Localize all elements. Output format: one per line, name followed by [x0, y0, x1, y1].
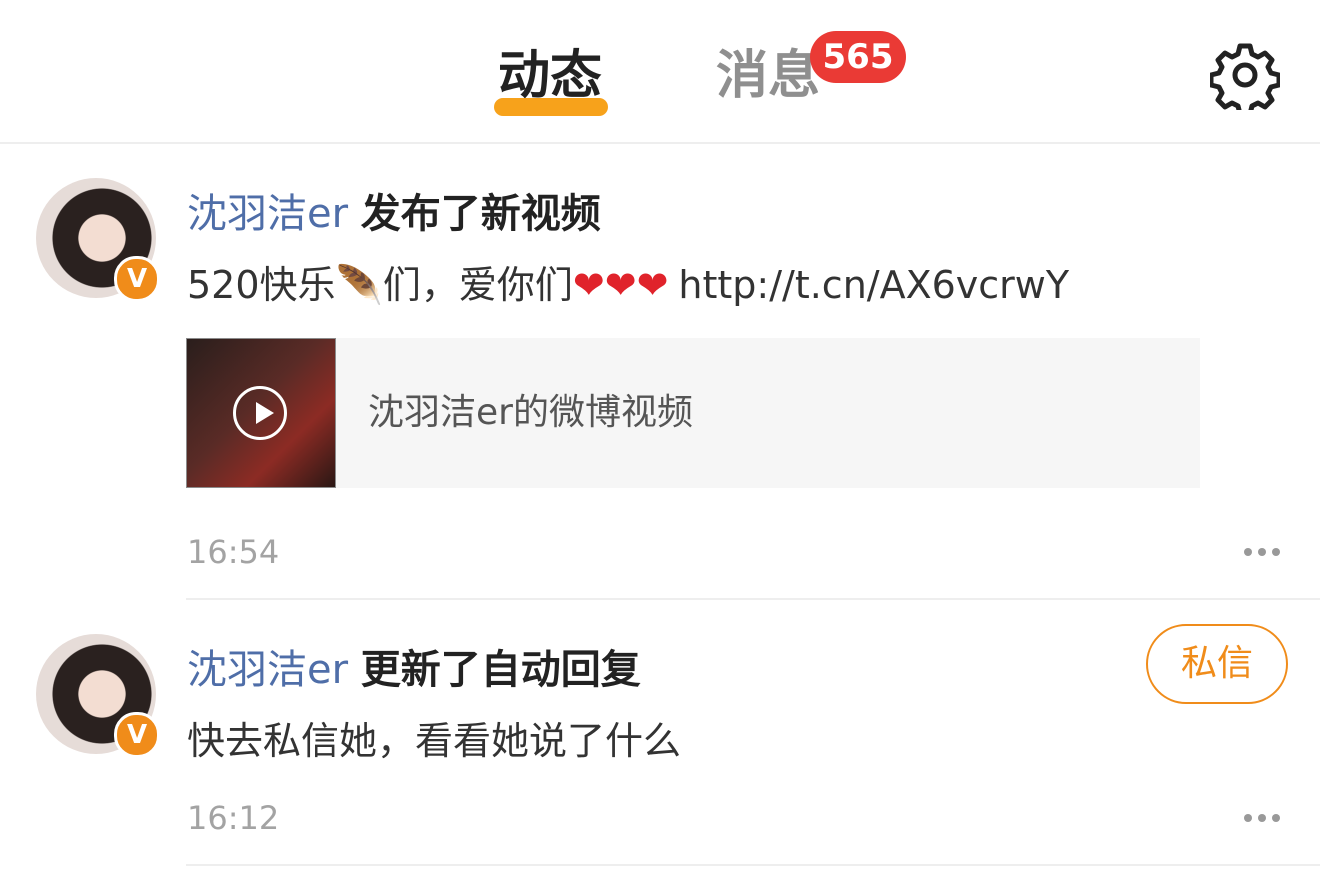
post-link[interactable]: http://t.cn/AX6vcrwY [678, 263, 1069, 307]
video-thumbnail[interactable] [186, 338, 336, 488]
tab-messages[interactable]: 消息 [716, 40, 820, 112]
post-text: 520快乐🪶们，爱你们❤❤❤ http://t.cn/AX6vcrwY [187, 258, 1069, 312]
heart-icon: ❤ [604, 263, 637, 307]
post-text-mid: 们，爱你们 [382, 263, 573, 307]
more-options-icon[interactable] [1244, 814, 1284, 824]
feed-action: 发布了新视频 [360, 191, 601, 237]
feed-action: 更新了自动回复 [360, 647, 641, 693]
feed-headline: 沈羽洁er 发布了新视频 [187, 186, 601, 242]
username-link[interactable]: 沈羽洁er [187, 647, 348, 693]
video-card[interactable]: 沈羽洁er的微博视频 [186, 338, 1200, 488]
verified-badge-icon: V [114, 712, 160, 758]
private-message-button[interactable]: 私信 [1146, 624, 1288, 704]
feed-headline: 沈羽洁er 更新了自动回复 [187, 642, 641, 698]
post-text-prefix: 520快乐 [187, 263, 336, 307]
post-text: 快去私信她，看看她说了什么 [187, 719, 682, 763]
top-nav: 动态 消息 565 [0, 0, 1320, 144]
active-tab-indicator [494, 98, 608, 116]
username-link[interactable]: 沈羽洁er [187, 191, 348, 237]
heart-icon: ❤ [572, 263, 605, 307]
heart-icon: ❤ [636, 263, 669, 307]
gear-icon[interactable] [1210, 40, 1280, 110]
post-time: 16:12 [187, 799, 280, 837]
video-card-title: 沈羽洁er的微博视频 [368, 392, 693, 433]
message-count-badge: 565 [810, 31, 906, 83]
post-time: 16:54 [187, 533, 280, 571]
play-icon[interactable] [233, 386, 287, 440]
verified-badge-icon: V [114, 256, 160, 302]
more-options-icon[interactable] [1244, 548, 1284, 558]
feather-icon: 🪶 [335, 263, 383, 307]
divider [186, 598, 1320, 600]
divider [186, 864, 1320, 866]
